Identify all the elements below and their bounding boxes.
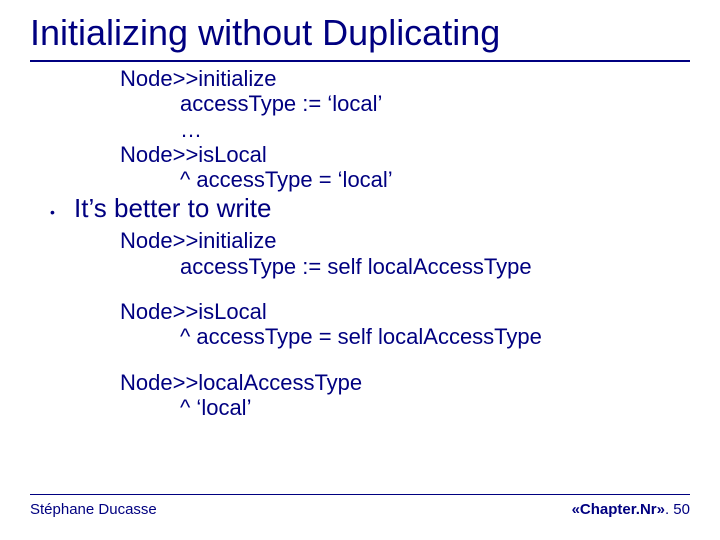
spacer <box>120 279 690 299</box>
code-line: … <box>120 117 690 142</box>
code-line: Node>>localAccessType <box>120 370 690 395</box>
footer-chapter: «Chapter.Nr» <box>572 501 665 518</box>
bullet-item: • It’s better to write <box>50 194 690 224</box>
slide-content: Node>>initialize accessType := ‘local’ …… <box>0 62 720 420</box>
footer-author: Stéphane Ducasse <box>30 501 157 518</box>
code-line: accessType := self localAccessType <box>120 254 690 279</box>
code-line: Node>>initialize <box>120 228 690 253</box>
footer-divider <box>30 494 690 495</box>
bullet-marker: • <box>50 198 74 220</box>
code-block-2: Node>>initialize accessType := self loca… <box>50 228 690 420</box>
footer-page: «Chapter.Nr». 50 <box>572 501 690 518</box>
spacer <box>120 350 690 370</box>
slide-title: Initializing without Duplicating <box>0 0 720 60</box>
code-line: ^ accessType = ‘local’ <box>120 167 690 192</box>
code-line: Node>>initialize <box>120 66 690 91</box>
footer-page-suffix: . 50 <box>665 501 690 518</box>
code-line: ^ ‘local’ <box>120 395 690 420</box>
slide: Initializing without Duplicating Node>>i… <box>0 0 720 540</box>
bullet-text: It’s better to write <box>74 194 272 224</box>
code-block-1: Node>>initialize accessType := ‘local’ …… <box>50 66 690 192</box>
footer-row: Stéphane Ducasse «Chapter.Nr». 50 <box>30 501 690 518</box>
footer: Stéphane Ducasse «Chapter.Nr». 50 <box>30 494 690 518</box>
code-line: accessType := ‘local’ <box>120 91 690 116</box>
code-line: Node>>isLocal <box>120 142 690 167</box>
code-line: Node>>isLocal <box>120 299 690 324</box>
code-line: ^ accessType = self localAccessType <box>120 324 690 349</box>
